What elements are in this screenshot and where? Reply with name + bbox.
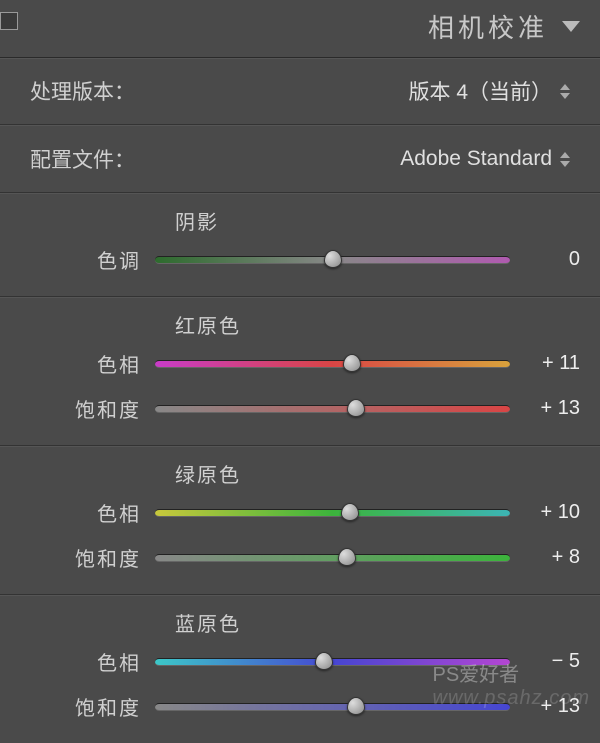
blue-sat-label: 饱和度 (20, 692, 155, 721)
process-version-value: 版本 4（当前） (408, 76, 552, 106)
slider-thumb[interactable] (315, 652, 333, 670)
panel-header[interactable]: 相机校准 (0, 0, 600, 58)
blue-hue-row: 色相 − 5 (20, 647, 580, 676)
slider-thumb[interactable] (347, 399, 365, 417)
green-sat-label: 饱和度 (20, 543, 155, 572)
green-section: 绿原色 色相 + 10 饱和度 + 8 (0, 447, 600, 594)
panel-title: 相机校准 (428, 8, 548, 45)
green-hue-label: 色相 (20, 498, 155, 527)
slider-track (155, 554, 510, 562)
red-section: 红原色 色相 + 11 饱和度 + 13 (0, 298, 600, 445)
tool-icon (0, 12, 18, 30)
shadow-tint-value[interactable]: 0 (510, 248, 580, 271)
slider-track (155, 509, 510, 517)
red-sat-label: 饱和度 (20, 394, 155, 423)
blue-title: 蓝原色 (175, 608, 580, 637)
shadow-section: 阴影 色调 0 (0, 194, 600, 296)
collapse-icon[interactable] (562, 21, 580, 32)
blue-sat-row: 饱和度 + 13 (20, 692, 580, 721)
slider-track (155, 703, 510, 711)
green-sat-slider[interactable] (155, 549, 510, 567)
shadow-tint-slider[interactable] (155, 251, 510, 269)
blue-hue-label: 色相 (20, 647, 155, 676)
process-version-row: 处理版本： 版本 4（当前） (0, 58, 600, 124)
red-sat-slider[interactable] (155, 400, 510, 418)
red-hue-label: 色相 (20, 349, 155, 378)
slider-track (155, 405, 510, 413)
red-hue-slider[interactable] (155, 355, 510, 373)
green-sat-row: 饱和度 + 8 (20, 543, 580, 572)
blue-hue-value[interactable]: − 5 (510, 650, 580, 673)
blue-sat-slider[interactable] (155, 698, 510, 716)
red-hue-value[interactable]: + 11 (510, 352, 580, 375)
slider-thumb[interactable] (341, 503, 359, 521)
process-version-label: 处理版本： (30, 76, 135, 106)
blue-sat-value[interactable]: + 13 (510, 695, 580, 718)
red-sat-value[interactable]: + 13 (510, 397, 580, 420)
red-hue-row: 色相 + 11 (20, 349, 580, 378)
shadow-tint-label: 色调 (20, 245, 155, 274)
updown-icon (560, 84, 570, 99)
blue-hue-slider[interactable] (155, 653, 510, 671)
updown-icon (560, 152, 570, 167)
green-title: 绿原色 (175, 459, 580, 488)
green-hue-row: 色相 + 10 (20, 498, 580, 527)
shadow-tint-row: 色调 0 (20, 245, 580, 274)
green-hue-value[interactable]: + 10 (510, 501, 580, 524)
slider-thumb[interactable] (343, 354, 361, 372)
profile-label: 配置文件： (30, 144, 135, 174)
shadow-title: 阴影 (175, 206, 580, 235)
slider-thumb[interactable] (324, 250, 342, 268)
profile-row: 配置文件： Adobe Standard (0, 126, 600, 192)
process-version-select[interactable]: 版本 4（当前） (135, 76, 570, 106)
green-sat-value[interactable]: + 8 (510, 546, 580, 569)
slider-thumb[interactable] (338, 548, 356, 566)
slider-thumb[interactable] (347, 697, 365, 715)
profile-select[interactable]: Adobe Standard (135, 147, 570, 171)
slider-track (155, 360, 510, 368)
red-title: 红原色 (175, 310, 580, 339)
profile-value: Adobe Standard (400, 147, 552, 171)
green-hue-slider[interactable] (155, 504, 510, 522)
red-sat-row: 饱和度 + 13 (20, 394, 580, 423)
blue-section: 蓝原色 色相 − 5 饱和度 + 13 (0, 596, 600, 743)
